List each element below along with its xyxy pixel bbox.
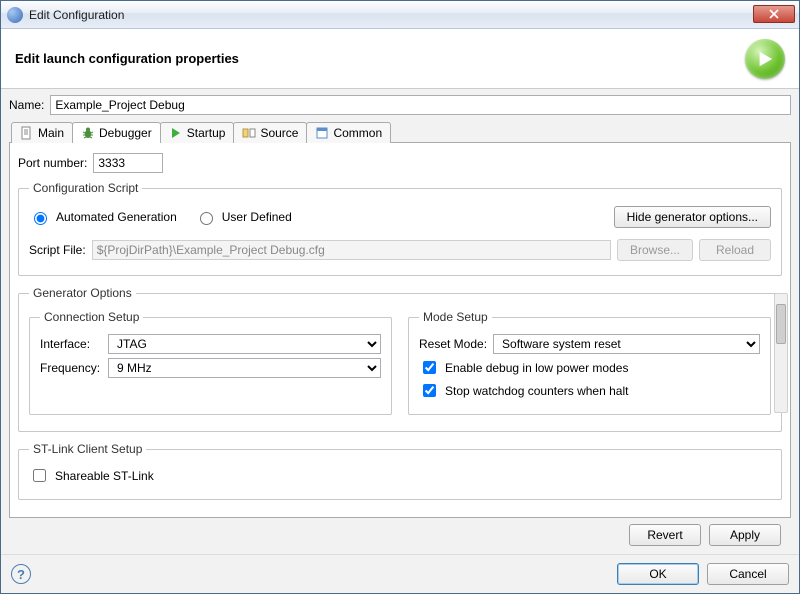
tab-source[interactable]: Source — [233, 122, 307, 143]
name-input[interactable] — [50, 95, 791, 115]
dialog-body: Name: Main Debugger Startup Source — [1, 89, 799, 554]
watchdog-checkbox[interactable]: Stop watchdog counters when halt — [419, 381, 760, 400]
port-input[interactable] — [93, 153, 163, 173]
help-button[interactable]: ? — [11, 564, 31, 584]
config-script-legend: Configuration Script — [29, 181, 142, 195]
button-row-revert-apply: Revert Apply — [9, 518, 791, 550]
mode-setup-group: Mode Setup Reset Mode: Software system r… — [408, 310, 771, 415]
radio-user-defined[interactable]: User Defined — [195, 209, 292, 225]
watchdog-input[interactable] — [423, 384, 436, 397]
tab-bar: Main Debugger Startup Source Common — [9, 119, 791, 143]
tab-label: Startup — [187, 126, 226, 140]
mode-setup-legend: Mode Setup — [419, 310, 492, 324]
low-power-checkbox[interactable]: Enable debug in low power modes — [419, 358, 760, 377]
tab-startup[interactable]: Startup — [160, 122, 235, 143]
close-button[interactable] — [753, 5, 795, 23]
name-row: Name: — [9, 95, 791, 115]
tab-debugger[interactable]: Debugger — [72, 122, 161, 143]
tab-label: Main — [38, 126, 64, 140]
reset-mode-select[interactable]: Software system reset — [493, 334, 760, 354]
tab-label: Common — [333, 126, 382, 140]
hide-generator-button[interactable]: Hide generator options... — [614, 206, 771, 228]
close-icon — [769, 9, 779, 19]
tab-main[interactable]: Main — [11, 122, 73, 143]
connection-setup-legend: Connection Setup — [40, 310, 143, 324]
config-script-group: Configuration Script Automated Generatio… — [18, 181, 782, 276]
app-icon — [7, 7, 23, 23]
low-power-input[interactable] — [423, 361, 436, 374]
dialog-header: Edit launch configuration properties — [1, 29, 799, 89]
generator-options-legend: Generator Options — [29, 286, 136, 300]
generator-options-group: Generator Options Connection Setup Inter… — [18, 286, 782, 432]
interface-select[interactable]: JTAG — [108, 334, 381, 354]
radio-automated-input[interactable] — [34, 212, 47, 225]
radio-user-defined-label: User Defined — [222, 210, 292, 224]
tab-label: Debugger — [99, 126, 152, 140]
play-icon — [169, 126, 183, 140]
tab-panel-debugger: Port number: Configuration Script Automa… — [9, 143, 791, 518]
apply-button[interactable]: Apply — [709, 524, 781, 546]
document-icon — [20, 126, 34, 140]
stlink-group: ST-Link Client Setup Shareable ST-Link — [18, 442, 782, 500]
bug-icon — [81, 126, 95, 140]
shareable-stlink-checkbox[interactable]: Shareable ST-Link — [29, 466, 771, 485]
radio-user-defined-input[interactable] — [200, 212, 213, 225]
port-label: Port number: — [18, 156, 87, 170]
header-title: Edit launch configuration properties — [15, 51, 239, 66]
frequency-select[interactable]: 9 MHz — [108, 358, 381, 378]
shareable-stlink-input[interactable] — [33, 469, 46, 482]
name-label: Name: — [9, 98, 44, 112]
frequency-label: Frequency: — [40, 361, 102, 375]
shareable-stlink-label: Shareable ST-Link — [55, 469, 154, 483]
run-icon — [745, 39, 785, 79]
script-file-input — [92, 240, 611, 260]
browse-button: Browse... — [617, 239, 693, 261]
low-power-label: Enable debug in low power modes — [445, 361, 628, 375]
ok-button[interactable]: OK — [617, 563, 699, 585]
cancel-button[interactable]: Cancel — [707, 563, 789, 585]
window-title: Edit Configuration — [29, 8, 124, 22]
radio-automated-label: Automated Generation — [56, 210, 177, 224]
tab-label: Source — [260, 126, 298, 140]
interface-label: Interface: — [40, 337, 102, 351]
common-icon — [315, 126, 329, 140]
reload-button: Reload — [699, 239, 771, 261]
port-row: Port number: — [18, 153, 782, 173]
scrollbar[interactable] — [774, 293, 788, 413]
source-icon — [242, 126, 256, 140]
reset-mode-label: Reset Mode: — [419, 337, 487, 351]
dialog-window: Edit Configuration Edit launch configura… — [0, 0, 800, 594]
connection-setup-group: Connection Setup Interface: JTAG Frequen… — [29, 310, 392, 415]
script-file-label: Script File: — [29, 243, 86, 257]
watchdog-label: Stop watchdog counters when halt — [445, 384, 628, 398]
stlink-legend: ST-Link Client Setup — [29, 442, 146, 456]
tab-common[interactable]: Common — [306, 122, 391, 143]
titlebar: Edit Configuration — [1, 1, 799, 29]
revert-button[interactable]: Revert — [629, 524, 701, 546]
button-row-ok-cancel: ? OK Cancel — [1, 554, 799, 593]
radio-automated[interactable]: Automated Generation — [29, 209, 177, 225]
scrollbar-thumb[interactable] — [776, 304, 786, 344]
